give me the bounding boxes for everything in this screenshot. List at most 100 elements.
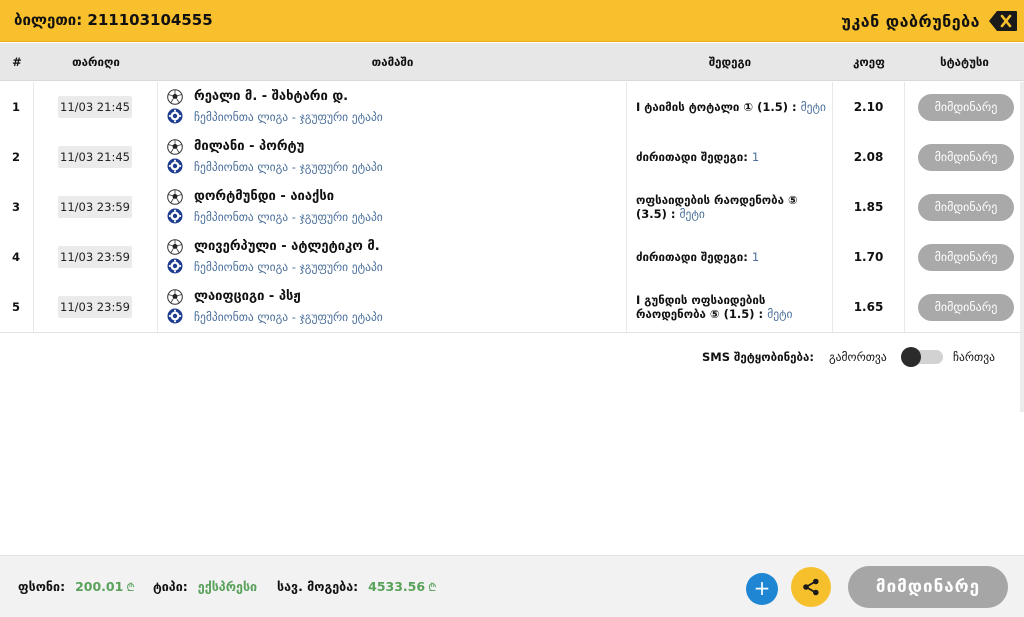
sms-label: SMS შეტყობინება: [702,350,814,364]
date-badge: 11/03 23:59 [58,246,132,268]
back-button[interactable]: უკან დაბრუნება [841,7,1018,35]
bet-type-value: ექსპრესი [197,579,258,594]
share-button[interactable] [791,567,831,607]
odds-value: 1.70 [833,232,905,282]
backspace-icon [989,11,1017,31]
result-cell: ძირითადი შედეგი: 1 [627,132,833,182]
game-cell: ლაიფციგი - პსჟ ჩემპიონთა ლიგა - ჯგუფური … [158,282,627,332]
match-name[interactable]: მილანი - პორტუ [194,139,304,154]
status-button[interactable]: მიმდინარე [918,94,1014,121]
soccer-ball-icon [167,89,183,105]
soccer-ball-icon [167,139,183,155]
row-number: 1 [0,82,34,132]
column-header-odds: კოეფ [853,55,885,69]
result-market: I გუნდის ოფსაიდების რაოდენობა ⑤ (1.5) : [636,293,766,321]
date-badge: 11/03 21:45 [58,146,132,168]
sms-off-label[interactable]: გამორთვა [829,350,887,364]
column-header-num: # [12,55,22,69]
odds-value: 1.85 [833,182,905,232]
table-row: 2 11/03 21:45 მილანი - პორტუ ჩემპიონთა ლ… [0,132,1024,183]
table-row: 1 11/03 21:45 რეალი მ. - შახტარი დ. ჩემპ… [0,82,1024,133]
table-row: 5 11/03 23:59 ლაიფციგი - პსჟ ჩემპიონთა ლ… [0,282,1024,333]
champions-league-icon [167,108,183,124]
champions-league-icon [167,308,183,324]
result-value: მეტი [767,307,793,321]
table-header: # თარიღი თამაში შედეგი კოეფ სტატუსი [0,43,1024,81]
result-market: I ტაიმის ტოტალი ① (1.5) : [636,100,797,114]
date-cell: 11/03 21:45 [34,132,158,182]
column-header-game: თამაში [371,55,414,69]
status-cell: მიმდინარე [905,82,1024,132]
odds-value: 2.10 [833,82,905,132]
result-market: ძირითადი შედეგი: [636,150,748,164]
result-cell: ძირითადი შედეგი: 1 [627,232,833,282]
date-cell: 11/03 23:59 [34,182,158,232]
date-badge: 11/03 21:45 [58,96,132,118]
result-cell: I ტაიმის ტოტალი ① (1.5) : მეტი [627,82,833,132]
result-value: მეტი [679,207,705,221]
soccer-ball-icon [167,239,183,255]
possible-win-value: 4533.56 [368,579,426,594]
stake-label: ფსონი: [18,579,66,594]
stake-summary: ფსონი: 200.01 ₾ [18,579,135,595]
status-cell: მიმდინარე [905,232,1024,282]
league-name: ჩემპიონთა ლიგა - ჯგუფური ეტაპი [194,210,383,224]
league-name: ჩემპიონთა ლიგა - ჯგუფური ეტაპი [194,160,383,174]
bet-type-summary: ტიპი: ექსპრესი [153,579,257,594]
possible-win-label: სავ. მოგება: [277,579,359,594]
league-name: ჩემპიონთა ლიგა - ჯგუფური ეტაპი [194,310,383,324]
result-market: ძირითადი შედეგი: [636,250,748,264]
status-button[interactable]: მიმდინარე [918,244,1014,271]
currency-icon: ₾ [126,581,135,594]
result-value: 1 [751,150,760,164]
soccer-ball-icon [167,289,183,305]
footer-bar: ფსონი: 200.01 ₾ ტიპი: ექსპრესი სავ. მოგება:… [0,555,1024,617]
back-button-label: უკან დაბრუნება [841,11,980,31]
date-badge: 11/03 23:59 [58,296,132,318]
date-badge: 11/03 23:59 [58,196,132,218]
status-cell: მიმდინარე [905,282,1024,332]
ticket-number: ბილეთი: 211103104555 [14,11,213,29]
game-cell: დორტმუნდი - აიაქსი ჩემპიონთა ლიგა - ჯგუფ… [158,182,627,232]
row-number: 2 [0,132,34,182]
top-bar: ბილეთი: 211103104555 უკან დაბრუნება [0,0,1024,42]
scrollbar[interactable] [1020,82,1024,412]
plus-icon[interactable]: + [746,573,778,605]
league-name: ჩემპიონთა ლიგა - ჯგუფური ეტაპი [194,110,383,124]
match-name[interactable]: დორტმუნდი - აიაქსი [194,189,334,204]
soccer-ball-icon [167,189,183,205]
game-cell: ლივერპული - ატლეტიკო მ. ჩემპიონთა ლიგა -… [158,232,627,282]
status-button[interactable]: მიმდინარე [918,194,1014,221]
column-header-result: შედეგი [708,55,752,69]
table-row: 4 11/03 23:59 ლივერპული - ატლეტიკო მ. ჩე… [0,232,1024,283]
result-cell: I გუნდის ოფსაიდების რაოდენობა ⑤ (1.5) : … [627,282,833,332]
status-cell: მიმდინარე [905,132,1024,182]
champions-league-icon [167,158,183,174]
column-header-status: სტატუსი [940,55,989,69]
row-number: 4 [0,232,34,282]
result-value: 1 [751,250,760,264]
ticket-status-button[interactable]: მიმდინარე [848,566,1008,608]
result-value: მეტი [800,100,826,114]
status-button[interactable]: მიმდინარე [918,294,1014,321]
sms-on-label[interactable]: ჩართვა [953,350,995,364]
match-name[interactable]: რეალი მ. - შახტარი დ. [194,89,348,104]
share-icon [803,578,819,596]
game-cell: მილანი - პორტუ ჩემპიონთა ლიგა - ჯგუფური … [158,132,627,182]
result-market: ოფსაიდების რაოდენობა ⑤ (3.5) : [636,193,798,221]
date-cell: 11/03 23:59 [34,232,158,282]
sms-notification: SMS შეტყობინება: გამორთვა ჩართვა [700,347,1010,367]
sms-toggle[interactable] [901,347,943,367]
table-row: 3 11/03 23:59 დორტმუნდი - აიაქსი ჩემპიონ… [0,182,1024,233]
match-name[interactable]: ლაიფციგი - პსჟ [194,289,301,304]
row-number: 5 [0,282,34,332]
match-name[interactable]: ლივერპული - ატლეტიკო მ. [194,239,380,254]
odds-value: 1.65 [833,282,905,332]
row-number: 3 [0,182,34,232]
game-cell: რეალი მ. - შახტარი დ. ჩემპიონთა ლიგა - ჯ… [158,82,627,132]
bet-type-label: ტიპი: [153,579,188,594]
date-cell: 11/03 21:45 [34,82,158,132]
currency-icon: ₾ [428,581,437,594]
status-button[interactable]: მიმდინარე [918,144,1014,171]
result-cell: ოფსაიდების რაოდენობა ⑤ (3.5) : მეტი [627,182,833,232]
